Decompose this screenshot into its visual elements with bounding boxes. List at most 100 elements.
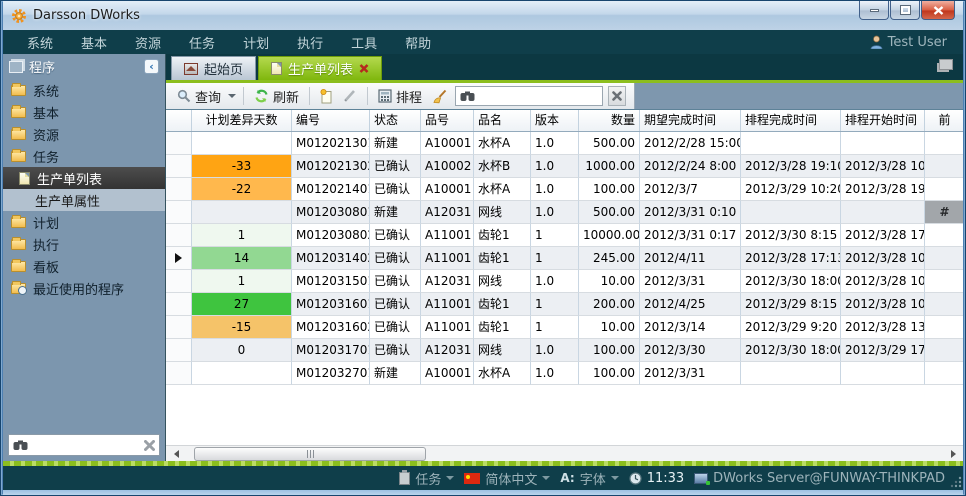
caret-down-icon	[542, 476, 550, 480]
column-header-sched_start[interactable]: 排程开始时间	[841, 110, 925, 131]
scrollbar-track[interactable]	[184, 447, 945, 461]
column-header-diff[interactable]: 计划差异天数	[192, 110, 292, 131]
menu-item-资源[interactable]: 资源	[121, 33, 175, 52]
table-row[interactable]: M012021301新建A10001水杯A1.0500.002012/2/28 …	[166, 132, 963, 155]
table-row[interactable]: 14M012031402已确认A11001齿轮11245.002012/4/11…	[166, 247, 963, 270]
cell-status: 新建	[370, 362, 421, 385]
title-bar: Darsson DWorks	[3, 1, 963, 30]
cell-sched_start: 2012/3/28 10:52	[841, 270, 925, 293]
table-row[interactable]: -15M012031602已确认A11001齿轮1110.002012/3/14…	[166, 316, 963, 339]
tab-label: 起始页	[204, 59, 243, 78]
query-dropdown-caret-icon[interactable]	[228, 94, 236, 98]
production-order-table: 计划差异天数编号状态品号品名版本数量期望完成时间排程完成时间排程开始时间前 M0…	[166, 109, 963, 445]
row-indicator-cell	[166, 293, 192, 316]
new-button[interactable]	[317, 87, 336, 106]
maximize-button[interactable]	[890, 1, 920, 20]
cell-expected: 2012/3/31	[640, 362, 741, 385]
menu-item-执行[interactable]: 执行	[283, 33, 337, 52]
cell-diff: 27	[192, 293, 292, 316]
column-header-status[interactable]: 状态	[370, 110, 421, 131]
sidebar-item-任务[interactable]: 任务	[3, 145, 165, 167]
refresh-button[interactable]: 刷新	[251, 85, 302, 108]
folder-icon	[11, 107, 26, 118]
sidebar-item-计划[interactable]: 计划	[3, 211, 165, 233]
cell-item_no: A11001	[421, 293, 474, 316]
menu-item-基本[interactable]: 基本	[67, 33, 121, 52]
menu-item-计划[interactable]: 计划	[229, 33, 283, 52]
table-row[interactable]: 1M012030802已确认A11001齿轮1110000.002012/3/3…	[166, 224, 963, 247]
sidebar-search-input[interactable]	[28, 437, 144, 453]
column-header-version[interactable]: 版本	[531, 110, 579, 131]
cell-item_no: A11001	[421, 247, 474, 270]
table-row[interactable]: M012032701新建A10001水杯A1.0100.002012/3/31	[166, 362, 963, 385]
cell-status: 已确认	[370, 247, 421, 270]
table-row[interactable]: 0M012031701已确认A12031网线1.0100.002012/3/30…	[166, 339, 963, 362]
status-font-dropdown[interactable]: A: 字体	[560, 469, 618, 488]
menu-bar: 系统基本资源任务计划执行工具帮助 Test User	[3, 30, 963, 54]
table-row[interactable]: 1M012031501已确认A12031网线1.010.002012/3/312…	[166, 270, 963, 293]
row-indicator-cell	[166, 247, 192, 270]
schedule-button[interactable]: 排程	[375, 85, 425, 108]
table-header-row: 计划差异天数编号状态品号品名版本数量期望完成时间排程完成时间排程开始时间前	[166, 110, 963, 132]
sidebar-item-生产单列表[interactable]: 生产单列表	[3, 167, 165, 189]
column-header-expected[interactable]: 期望完成时间	[640, 110, 741, 131]
query-button[interactable]: 查询	[174, 85, 224, 108]
cell-qty: 200.00	[579, 293, 640, 316]
toolbar-search-input[interactable]	[479, 88, 598, 104]
cell-status: 新建	[370, 132, 421, 155]
sidebar-search-clear-icon[interactable]	[144, 440, 155, 451]
tab-production-order-list[interactable]: 生产单列表	[258, 56, 382, 80]
sidebar-item-系统[interactable]: 系统	[3, 79, 165, 101]
cell-expected: 2012/4/25	[640, 293, 741, 316]
status-task-dropdown[interactable]: 任务	[399, 469, 454, 488]
schedule-label: 排程	[396, 87, 422, 106]
window-list-icon[interactable]	[939, 59, 953, 70]
toolbar-search-clear-button[interactable]	[608, 86, 626, 106]
toolbar: 查询 刷新	[166, 83, 963, 109]
cell-diff: -22	[192, 178, 292, 201]
sidebar-item-看板[interactable]: 看板	[3, 255, 165, 277]
cell-status: 已确认	[370, 293, 421, 316]
user-box[interactable]: Test User	[870, 35, 953, 50]
scrollbar-thumb[interactable]	[194, 447, 426, 461]
scroll-right-button[interactable]	[945, 447, 961, 461]
column-header-item_name[interactable]: 品名	[474, 110, 531, 131]
column-header-extra[interactable]: 前	[925, 110, 963, 131]
column-header-sched_finish[interactable]: 排程完成时间	[741, 110, 841, 131]
sidebar-item-label: 计划	[33, 213, 59, 232]
sidebar-item-最近使用的程序[interactable]: 最近使用的程序	[3, 277, 165, 299]
cell-item_no: A12031	[421, 339, 474, 362]
cell-extra: #	[925, 201, 963, 224]
scroll-left-button[interactable]	[168, 447, 184, 461]
sidebar-item-基本[interactable]: 基本	[3, 101, 165, 123]
menu-item-帮助[interactable]: 帮助	[391, 33, 445, 52]
column-header-no[interactable]: 编号	[292, 110, 370, 131]
menu-item-任务[interactable]: 任务	[175, 33, 229, 52]
table-row[interactable]: -33M012021302已确认A10002水杯B1.01000.002012/…	[166, 155, 963, 178]
minimize-button[interactable]	[859, 1, 889, 20]
close-button[interactable]	[921, 1, 955, 20]
table-row[interactable]: M012030801新建A12031网线1.0500.002012/3/31 0…	[166, 201, 963, 224]
sidebar-item-label: 资源	[33, 125, 59, 144]
tab-close-button[interactable]	[359, 64, 369, 73]
sidebar-item-生产单属性[interactable]: 生产单属性	[3, 189, 165, 211]
cell-version: 1.0	[531, 270, 579, 293]
table-row[interactable]: -22M012021401已确认A10001水杯A1.0100.002012/3…	[166, 178, 963, 201]
column-header-qty[interactable]: 数量	[579, 110, 640, 131]
sidebar-item-资源[interactable]: 资源	[3, 123, 165, 145]
row-indicator-cell	[166, 339, 192, 362]
cell-item_name: 水杯A	[474, 178, 531, 201]
edit-button[interactable]	[340, 87, 360, 105]
clean-button[interactable]	[429, 87, 451, 106]
cell-status: 已确认	[370, 178, 421, 201]
menu-item-系统[interactable]: 系统	[13, 33, 67, 52]
menu-item-工具[interactable]: 工具	[337, 33, 391, 52]
column-header-item_no[interactable]: 品号	[421, 110, 474, 131]
table-row[interactable]: 27M012031601已确认A11001齿轮11200.002012/4/25…	[166, 293, 963, 316]
tab-start-page[interactable]: 起始页	[171, 56, 256, 80]
status-language-dropdown[interactable]: 简体中文	[464, 469, 550, 488]
toolbar-button-group: 查询 刷新	[166, 83, 635, 109]
sidebar-item-执行[interactable]: 执行	[3, 233, 165, 255]
sidebar-collapse-button[interactable]: ‹	[144, 59, 159, 74]
task-label: 任务	[415, 469, 441, 488]
